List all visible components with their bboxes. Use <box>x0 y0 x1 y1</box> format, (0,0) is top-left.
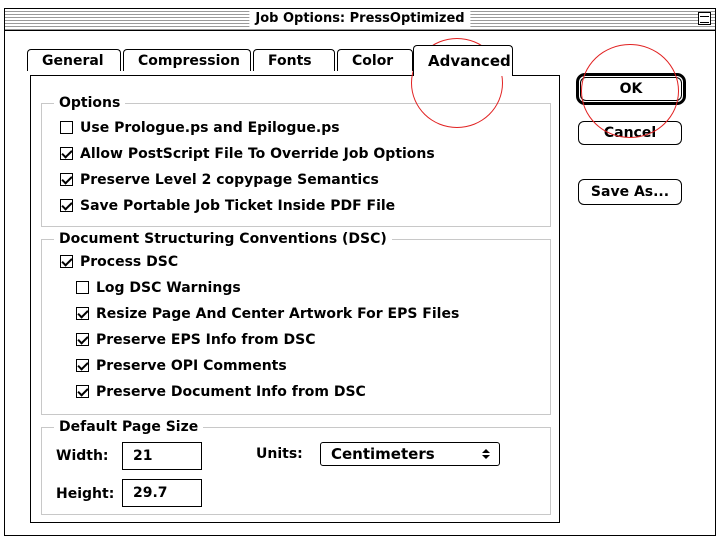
log-dsc-warnings-checkbox-row[interactable]: Log DSC Warnings <box>76 278 241 298</box>
page-size-group-title: Default Page Size <box>54 418 204 436</box>
dsc-group-title: Document Structuring Conventions (DSC) <box>54 230 392 248</box>
preserve-copypage-checkbox-row[interactable]: Preserve Level 2 copypage Semantics <box>60 170 379 190</box>
cancel-button[interactable]: Cancel <box>578 121 682 145</box>
preserve-opi-checkbox-row[interactable]: Preserve OPI Comments <box>76 356 287 376</box>
units-select-value: Centimeters <box>331 445 435 463</box>
checkbox-checked-icon[interactable] <box>76 385 89 398</box>
title-bar[interactable]: Job Options: PressOptimized <box>5 9 715 31</box>
preserve-docinfo-checkbox-row[interactable]: Preserve Document Info from DSC <box>76 382 366 402</box>
units-select[interactable]: Centimeters <box>320 442 500 466</box>
width-field[interactable]: 21 <box>122 442 202 470</box>
width-label: Width: <box>56 448 109 464</box>
save-job-ticket-checkbox-row[interactable]: Save Portable Job Ticket Inside PDF File <box>60 196 395 216</box>
units-label: Units: <box>256 446 303 462</box>
checkbox-checked-icon[interactable] <box>60 199 73 212</box>
allow-override-checkbox-row[interactable]: Allow PostScript File To Override Job Op… <box>60 144 435 164</box>
use-prologue-label: Use Prologue.ps and Epilogue.ps <box>80 120 340 136</box>
ok-button[interactable]: OK <box>576 73 686 105</box>
options-group-title: Options <box>54 94 126 112</box>
advanced-panel: Options Use Prologue.ps and Epilogue.ps … <box>30 75 560 523</box>
preserve-copypage-label: Preserve Level 2 copypage Semantics <box>80 172 379 188</box>
checkbox-icon[interactable] <box>76 281 89 294</box>
tab-general[interactable]: General <box>27 49 121 71</box>
tab-color[interactable]: Color <box>337 49 413 71</box>
preserve-docinfo-label: Preserve Document Info from DSC <box>96 384 366 400</box>
save-job-ticket-label: Save Portable Job Ticket Inside PDF File <box>80 198 396 214</box>
checkbox-checked-icon[interactable] <box>76 333 89 346</box>
tab-compression[interactable]: Compression <box>123 49 251 71</box>
preserve-eps-label: Preserve EPS Info from DSC <box>96 332 316 348</box>
process-dsc-checkbox-row[interactable]: Process DSC <box>60 252 178 272</box>
updown-arrows-icon <box>479 446 493 462</box>
tab-bar: General Compression Fonts Color Advanced <box>27 45 557 76</box>
job-options-dialog: Job Options: PressOptimized General Comp… <box>4 8 716 536</box>
zoom-box-icon[interactable] <box>698 12 711 25</box>
checkbox-checked-icon[interactable] <box>60 147 73 160</box>
use-prologue-checkbox-row[interactable]: Use Prologue.ps and Epilogue.ps <box>60 118 340 138</box>
page-size-group: Default Page Size Width: 21 Units: Centi… <box>41 418 551 515</box>
checkbox-checked-icon[interactable] <box>76 359 89 372</box>
dsc-group: Document Structuring Conventions (DSC) P… <box>41 230 551 415</box>
tab-advanced[interactable]: Advanced <box>413 45 513 76</box>
preserve-opi-label: Preserve OPI Comments <box>96 358 287 374</box>
checkbox-checked-icon[interactable] <box>60 173 73 186</box>
process-dsc-label: Process DSC <box>80 254 179 270</box>
save-as-button[interactable]: Save As... <box>578 179 682 205</box>
checkbox-checked-icon[interactable] <box>60 255 73 268</box>
tab-fonts[interactable]: Fonts <box>253 49 335 71</box>
resize-page-checkbox-row[interactable]: Resize Page And Center Artwork For EPS F… <box>76 304 459 324</box>
log-dsc-warnings-label: Log DSC Warnings <box>96 280 241 296</box>
window-title: Job Options: PressOptimized <box>249 11 471 27</box>
height-field[interactable]: 29.7 <box>122 479 202 507</box>
allow-override-label: Allow PostScript File To Override Job Op… <box>80 146 435 162</box>
height-label: Height: <box>56 486 115 502</box>
preserve-eps-checkbox-row[interactable]: Preserve EPS Info from DSC <box>76 330 315 350</box>
checkbox-icon[interactable] <box>60 121 73 134</box>
resize-page-label: Resize Page And Center Artwork For EPS F… <box>96 306 460 322</box>
options-group: Options Use Prologue.ps and Epilogue.ps … <box>41 94 551 227</box>
checkbox-checked-icon[interactable] <box>76 307 89 320</box>
